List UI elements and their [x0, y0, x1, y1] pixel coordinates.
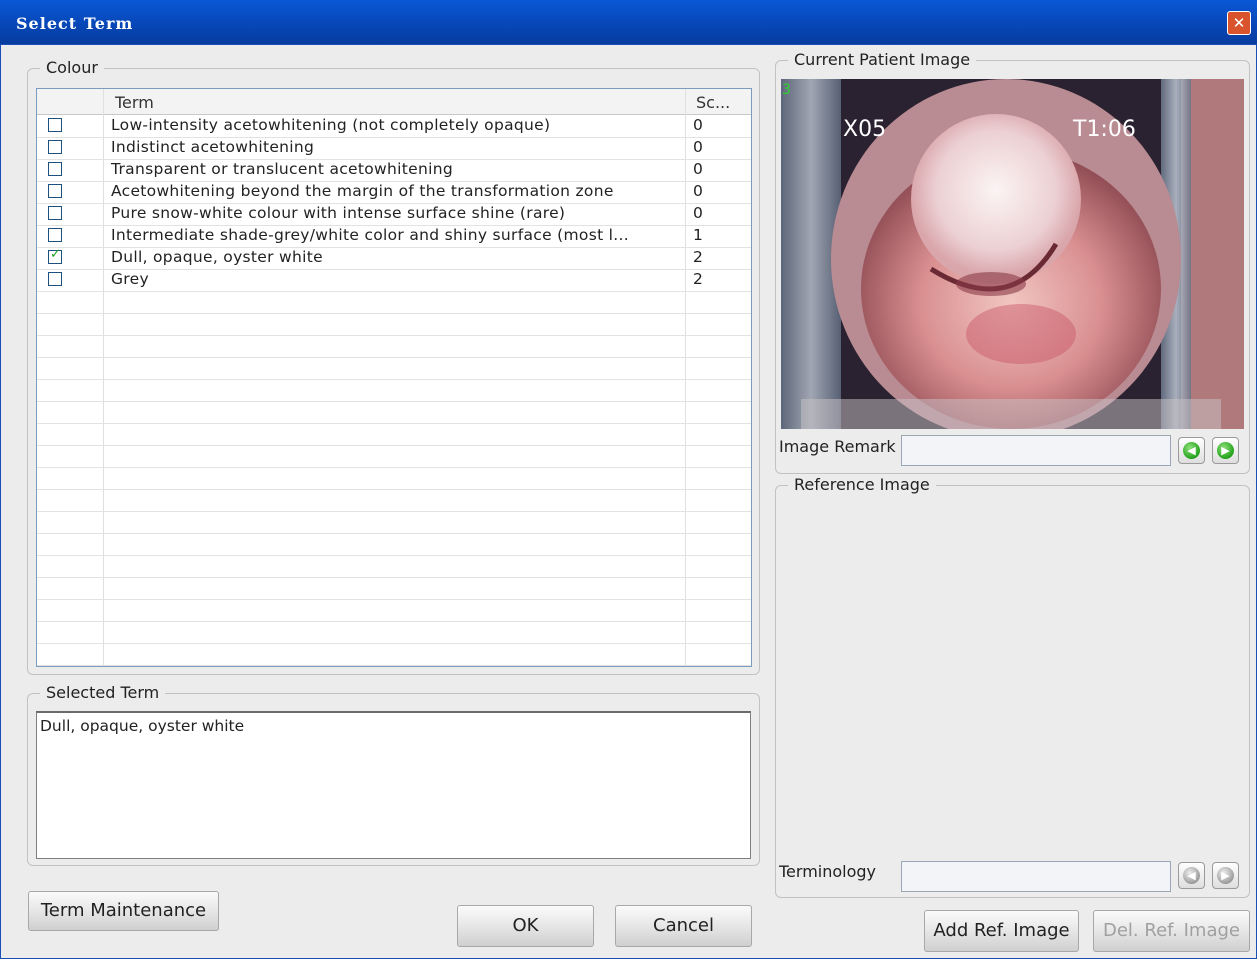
table-row — [37, 511, 751, 534]
patient-image[interactable]: 3 X05 T1:06 — [781, 79, 1244, 429]
table-row — [37, 489, 751, 512]
score-cell: 1 — [693, 226, 703, 244]
table-row — [37, 313, 751, 336]
term-cell: Indistinct acetowhitening — [111, 138, 315, 156]
reference-image-legend: Reference Image — [788, 476, 936, 494]
term-cell: Low-intensity acetowhitening (not comple… — [111, 116, 551, 134]
table-row[interactable]: Intermediate shade-grey/white color and … — [37, 225, 751, 248]
table-row[interactable]: Pure snow-white colour with intense surf… — [37, 203, 751, 226]
score-cell: 0 — [693, 204, 703, 222]
term-cell: Intermediate shade-grey/white color and … — [111, 226, 629, 244]
table-row — [37, 335, 751, 358]
next-image-button[interactable]: ▶ — [1212, 437, 1239, 464]
row-checkbox[interactable] — [48, 272, 62, 286]
cancel-button[interactable]: Cancel — [615, 905, 752, 947]
window-title: Select Term — [16, 14, 134, 33]
current-patient-image-legend: Current Patient Image — [788, 51, 977, 69]
colour-legend: Colour — [40, 59, 104, 77]
zoom-overlay: X05 — [843, 117, 887, 142]
row-checkbox[interactable] — [48, 118, 62, 132]
table-row — [37, 621, 751, 644]
selected-term-textbox[interactable]: Dull, opaque, oyster white — [36, 711, 751, 859]
table-row[interactable]: Indistinct acetowhitening 0 — [37, 137, 751, 160]
next-arrow-icon: ▶ — [1217, 867, 1234, 884]
image-remark-label: Image Remark — [779, 437, 896, 456]
score-cell: 0 — [693, 138, 703, 156]
term-cell: Transparent or translucent acetowhitenin… — [111, 160, 453, 178]
table-row — [37, 401, 751, 424]
title-bar: Select Term ✕ — [0, 0, 1257, 44]
terminology-input[interactable] — [901, 861, 1171, 892]
add-ref-image-button[interactable]: Add Ref. Image — [924, 910, 1079, 952]
time-overlay: T1:06 — [1073, 117, 1136, 142]
score-cell: 0 — [693, 160, 703, 178]
reference-image-group: Reference Image — [775, 476, 1250, 898]
term-cell: Grey — [111, 270, 149, 288]
table-row — [37, 357, 751, 380]
score-cell: 0 — [693, 116, 703, 134]
del-ref-image-button[interactable]: Del. Ref. Image — [1093, 910, 1250, 952]
table-row — [37, 599, 751, 622]
table-row — [37, 467, 751, 490]
table-row — [37, 555, 751, 578]
close-button[interactable]: ✕ — [1227, 11, 1251, 35]
table-row — [37, 445, 751, 468]
grid-header: Term Sc... — [37, 89, 751, 115]
ok-button[interactable]: OK — [457, 905, 594, 947]
term-maintenance-button[interactable]: Term Maintenance — [28, 891, 219, 931]
row-checkbox[interactable] — [48, 228, 62, 242]
image-remark-input[interactable] — [901, 435, 1171, 466]
table-row[interactable]: Low-intensity acetowhitening (not comple… — [37, 115, 751, 138]
table-row — [37, 291, 751, 314]
selected-term-value: Dull, opaque, oyster white — [40, 717, 245, 735]
term-cell: Acetowhitening beyond the margin of the … — [111, 182, 614, 200]
term-column-header[interactable]: Term — [115, 93, 154, 112]
table-row — [37, 379, 751, 402]
row-checkbox[interactable] — [48, 140, 62, 154]
prev-reference-button[interactable]: ◀ — [1178, 862, 1205, 889]
row-checkbox[interactable] — [48, 247, 62, 264]
table-row — [37, 423, 751, 446]
table-row[interactable]: Dull, opaque, oyster white 2 — [37, 247, 751, 270]
term-cell: Pure snow-white colour with intense surf… — [111, 204, 566, 222]
next-arrow-icon: ▶ — [1217, 442, 1234, 459]
next-reference-button[interactable]: ▶ — [1212, 862, 1239, 889]
row-checkbox[interactable] — [48, 162, 62, 176]
terminology-label: Terminology — [779, 862, 877, 881]
term-cell: Dull, opaque, oyster white — [111, 248, 323, 266]
score-cell: 2 — [693, 270, 703, 288]
table-row — [37, 577, 751, 600]
selected-term-legend: Selected Term — [40, 684, 166, 702]
prev-arrow-icon: ◀ — [1183, 442, 1200, 459]
score-cell: 2 — [693, 248, 703, 266]
prev-arrow-icon: ◀ — [1183, 867, 1200, 884]
table-row — [37, 643, 751, 666]
image-index-overlay: 3 — [782, 82, 791, 98]
row-checkbox[interactable] — [48, 206, 62, 220]
row-checkbox[interactable] — [48, 184, 62, 198]
table-row[interactable]: Acetowhitening beyond the margin of the … — [37, 181, 751, 204]
table-row — [37, 533, 751, 556]
table-row[interactable]: Transparent or translucent acetowhitenin… — [37, 159, 751, 182]
score-column-header[interactable]: Sc... — [696, 93, 730, 112]
prev-image-button[interactable]: ◀ — [1178, 437, 1205, 464]
term-grid[interactable]: Term Sc... Low-intensity acetowhitening … — [36, 88, 752, 667]
score-cell: 0 — [693, 182, 703, 200]
table-row[interactable]: Grey 2 — [37, 269, 751, 292]
